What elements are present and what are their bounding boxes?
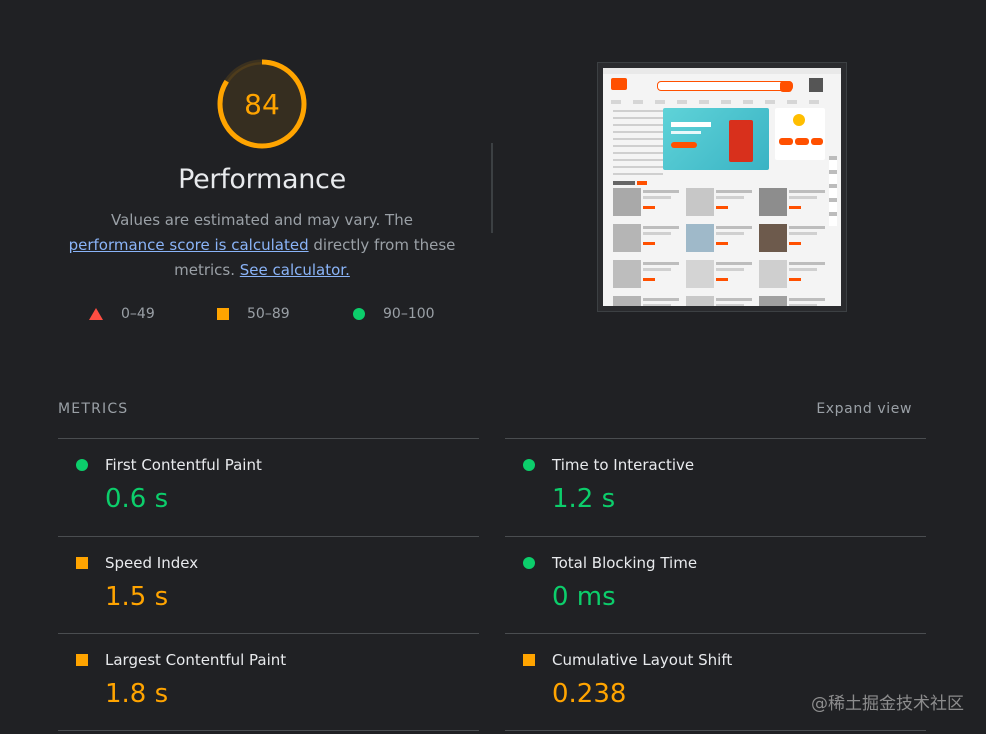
metric-value: 0.6 s [105,484,169,514]
pass-circle-icon [523,557,535,569]
legend-fail: 0–49 [89,306,155,322]
description-prefix: Values are estimated and may vary. The [111,211,413,229]
final-screenshot-image [603,68,841,306]
pass-circle-icon [523,459,535,471]
metrics-divider [58,633,479,634]
pass-circle-icon [76,459,88,471]
vertical-divider [491,143,493,233]
fail-triangle-icon [89,308,103,320]
metric-name: Cumulative Layout Shift [552,651,733,669]
qr-code-icon [809,78,823,92]
metric-name: Time to Interactive [552,456,695,474]
metric-speed-index: Speed Index 1.5 s [58,538,438,628]
metrics-divider [58,536,479,537]
metrics-divider [505,730,926,731]
category-title: Performance [178,164,346,195]
legend-fail-range: 0–49 [121,306,155,322]
metric-name: Total Blocking Time [552,554,698,572]
metric-largest-contentful-paint: Largest Contentful Paint 1.8 s [58,635,438,725]
score-description: Values are estimated and may vary. The p… [62,208,462,283]
watermark: @稀土掘金技术社区 [811,694,964,714]
metric-name: Largest Contentful Paint [105,651,287,669]
pass-circle-icon [353,308,365,320]
metrics-divider [505,536,926,537]
metric-value: 0.238 [552,679,627,709]
legend-average: 50–89 [217,306,290,322]
site-logo-icon [611,78,627,90]
score-value: 84 [244,87,280,121]
legend-average-range: 50–89 [247,306,290,322]
metric-total-blocking-time: Total Blocking Time 0 ms [505,538,885,628]
metric-time-to-interactive: Time to Interactive 1.2 s [505,440,885,530]
metric-name: First Contentful Paint [105,456,262,474]
performance-score-gauge: 84 [216,58,308,150]
metrics-divider [505,633,926,634]
average-square-icon [76,557,88,569]
metric-name: Speed Index [105,554,199,572]
average-square-icon [217,308,229,320]
average-square-icon [523,654,535,666]
metrics-divider [58,438,479,439]
metrics-divider [505,438,926,439]
legend-pass: 90–100 [353,306,435,322]
metrics-header: METRICS [58,401,129,417]
average-square-icon [76,654,88,666]
expand-view-toggle[interactable]: Expand view [816,401,912,417]
performance-score-link[interactable]: performance score is calculated [69,236,309,254]
see-calculator-link[interactable]: See calculator. [240,261,350,279]
metric-first-contentful-paint: First Contentful Paint 0.6 s [58,440,438,530]
metrics-divider [58,730,479,731]
metric-value: 1.5 s [105,582,169,612]
metric-value: 1.2 s [552,484,616,514]
metric-value: 0 ms [552,582,616,612]
metric-value: 1.8 s [105,679,169,709]
legend-pass-range: 90–100 [383,306,435,322]
final-screenshot-frame[interactable] [597,62,847,312]
